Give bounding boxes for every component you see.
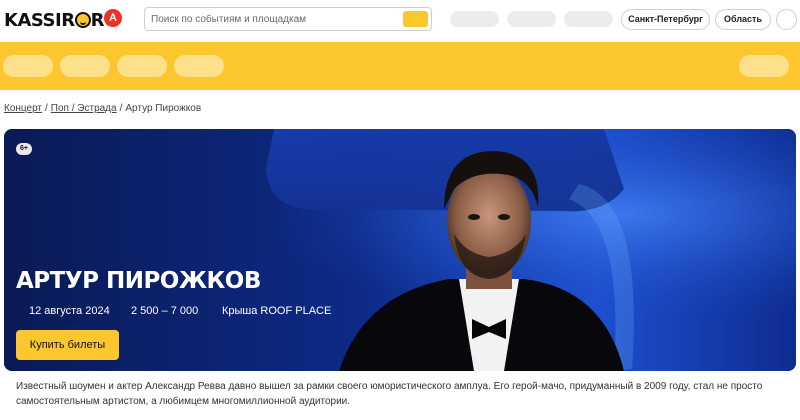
- breadcrumb-link-concert[interactable]: Концерт: [4, 103, 42, 114]
- search-button[interactable]: [403, 11, 428, 27]
- buy-tickets-button[interactable]: Купить билеты: [16, 330, 119, 360]
- user-icon[interactable]: [776, 9, 797, 30]
- kassir-logo[interactable]: KASSIR RU: [4, 9, 119, 31]
- nav-placeholder-2[interactable]: [507, 11, 556, 27]
- breadcrumb-separator: /: [45, 103, 48, 114]
- breadcrumb-separator: /: [119, 103, 123, 114]
- event-venue[interactable]: Крыша ROOF PLACE: [222, 305, 331, 317]
- hero-background: [4, 129, 796, 371]
- event-title: АРТУР ПИРОЖКОВ: [16, 268, 261, 294]
- breadcrumb-current: Артур Пирожков: [125, 103, 202, 114]
- site-header: KASSIR RU А Санкт-Петербург Область: [0, 0, 800, 42]
- nav-placeholder-1[interactable]: [450, 11, 499, 27]
- search-box: [144, 7, 432, 31]
- event-price: 2 500 – 7 000: [131, 305, 199, 317]
- category-placeholder-2[interactable]: [60, 55, 110, 77]
- category-placeholder-1[interactable]: [3, 55, 53, 77]
- event-description: Известный шоумен и актер Александр Ревва…: [16, 381, 763, 407]
- logo-smile-icon: [74, 12, 91, 28]
- region-button[interactable]: Область: [715, 9, 771, 30]
- age-rating-badge: 6+: [16, 143, 32, 155]
- breadcrumb: Концерт / Поп / Эстрада / Артур Пирожков: [4, 103, 201, 114]
- breadcrumb-link-pop[interactable]: Поп / Эстрада: [51, 103, 117, 114]
- category-placeholder-3[interactable]: [117, 55, 167, 77]
- category-placeholder-4[interactable]: [174, 55, 224, 77]
- partner-badge[interactable]: А: [104, 9, 122, 27]
- event-date: 12 августа 2024: [29, 305, 110, 317]
- nav-placeholder-3[interactable]: [564, 11, 613, 27]
- logo-text-kassir: KASSIR: [4, 9, 75, 31]
- category-placeholder-5[interactable]: [739, 55, 789, 77]
- event-hero: 6+ АРТУР ПИРОЖКОВ 12 августа 2024 2 500 …: [4, 129, 796, 371]
- city-select-button[interactable]: Санкт-Петербург: [621, 9, 710, 30]
- search-input[interactable]: [151, 10, 401, 28]
